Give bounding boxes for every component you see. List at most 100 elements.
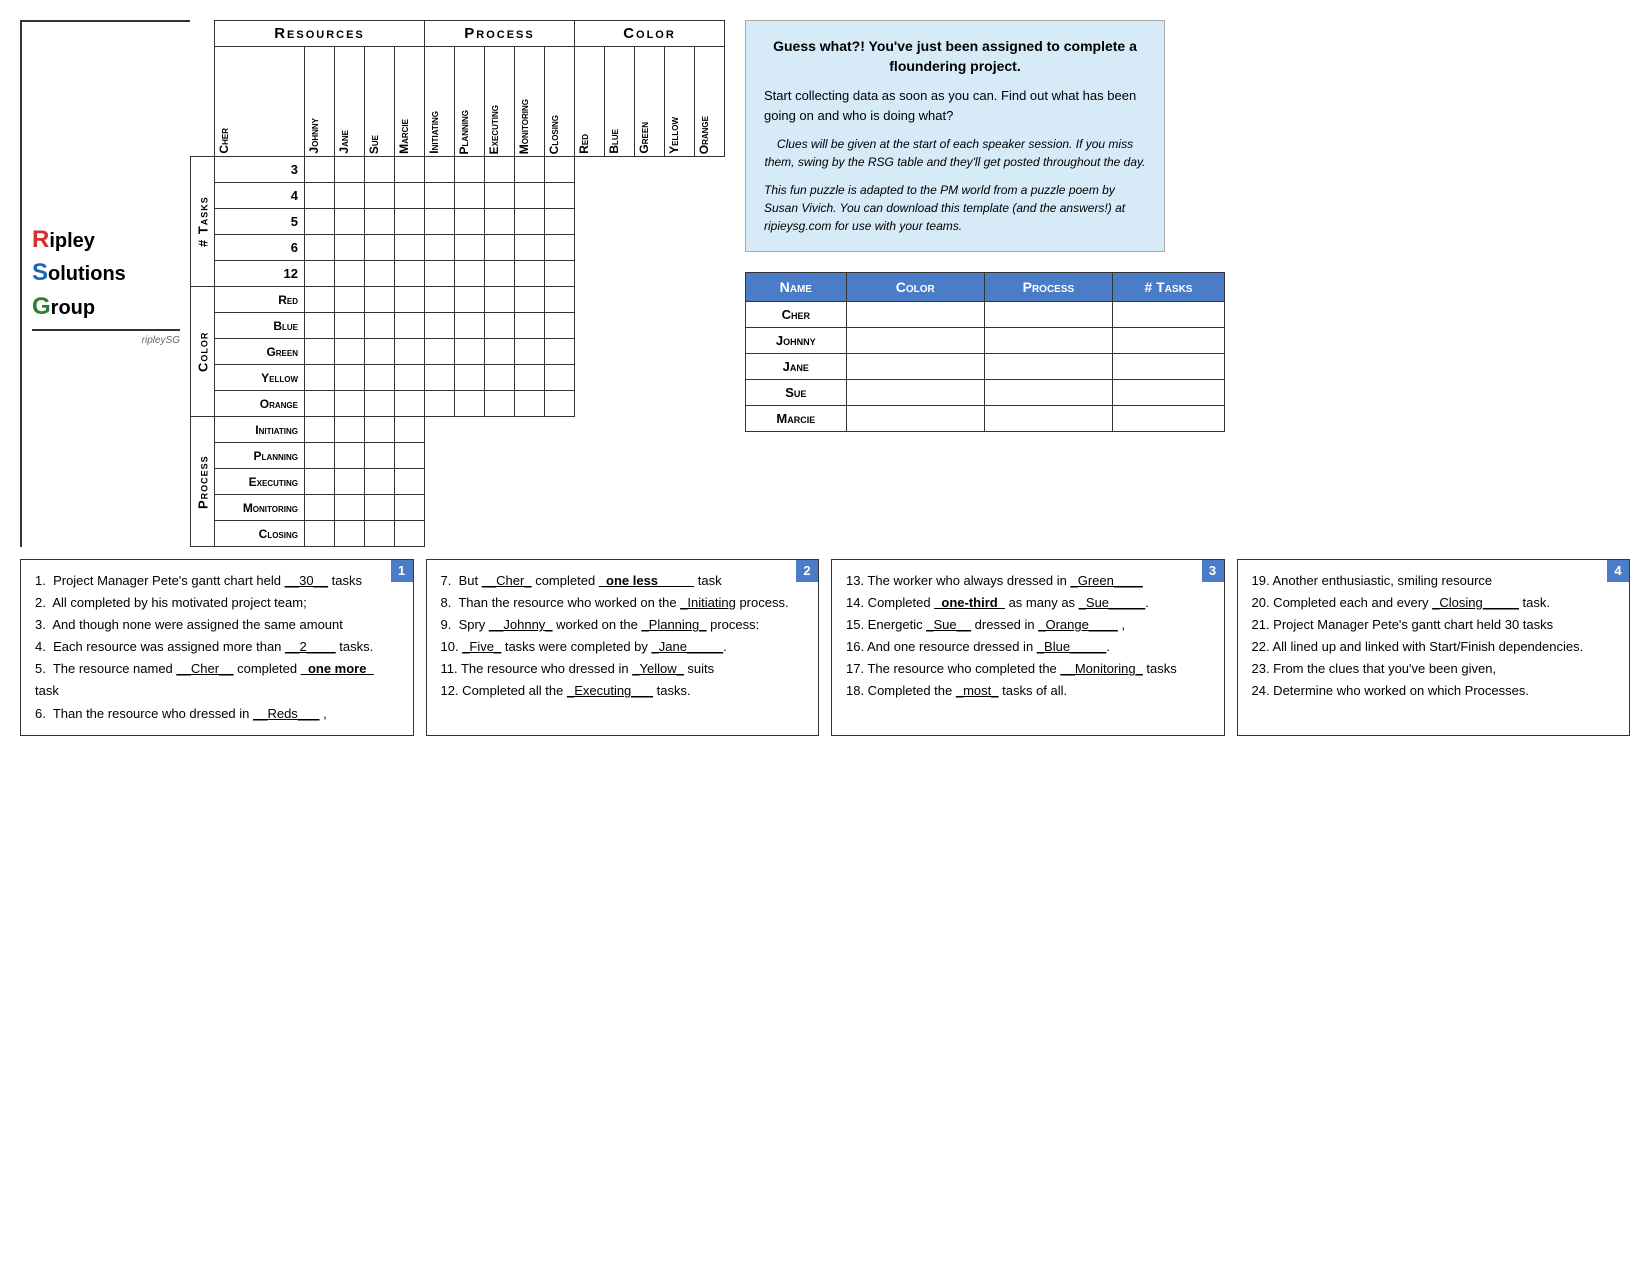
logo-roup: roup <box>51 297 95 319</box>
logo-g: G <box>32 293 51 320</box>
clue-badge-3: 3 <box>1202 560 1224 582</box>
info-italic1: Clues will be given at the start of each… <box>764 135 1146 171</box>
row-tasks-12: 12 <box>215 261 305 287</box>
row-color-blue: Blue <box>215 313 305 339</box>
summary-color-cher[interactable] <box>846 302 984 328</box>
clue-3-1: 13. The worker who always dressed in _Gr… <box>846 570 1210 592</box>
clue-2-2: 8. Than the resource who worked on the _… <box>441 592 805 614</box>
cell-3-closing[interactable] <box>545 157 575 183</box>
cell-3-johnny[interactable] <box>305 157 335 183</box>
col-planning: Planning <box>455 47 485 157</box>
summary-header-color: Color <box>846 273 984 302</box>
summary-process-jane[interactable] <box>984 354 1112 380</box>
clues-section: 1 1. Project Manager Pete's gantt chart … <box>20 559 1630 736</box>
row-tasks-5: 5 <box>215 209 305 235</box>
cell-3-planning[interactable] <box>455 157 485 183</box>
clue-box-1: 1 1. Project Manager Pete's gantt chart … <box>20 559 414 736</box>
clue-1-2: 2. All completed by his motivated projec… <box>35 592 399 614</box>
summary-tasks-sue[interactable] <box>1112 380 1224 406</box>
clue-1-4: 4. Each resource was assigned more than … <box>35 636 399 658</box>
logo-r: R <box>32 226 49 253</box>
summary-name-jane: Jane <box>746 354 847 380</box>
summary-tasks-marcie[interactable] <box>1112 406 1224 432</box>
summary-tasks-jane[interactable] <box>1112 354 1224 380</box>
summary-row-johnny: Johnny <box>746 328 1225 354</box>
cell-3-marcie[interactable] <box>395 157 425 183</box>
row-process-monitoring: Monitoring <box>215 495 305 521</box>
clue-2-1: 7. But __Cher_ completed _one less_____ … <box>441 570 805 592</box>
summary-header-name: Name <box>746 273 847 302</box>
summary-row-jane: Jane <box>746 354 1225 380</box>
summary-tasks-cher[interactable] <box>1112 302 1224 328</box>
clue-3-3: 15. Energetic _Sue__ dressed in _Orange_… <box>846 614 1210 636</box>
row-color-red: Red <box>215 287 305 313</box>
row-process-initiating: Initiating <box>215 417 305 443</box>
cell-3-initiating[interactable] <box>425 157 455 183</box>
cell-3-jane[interactable] <box>335 157 365 183</box>
summary-header-process: Process <box>984 273 1112 302</box>
info-box: Guess what?! You've just been assigned t… <box>745 20 1165 252</box>
cell-3-executing[interactable] <box>485 157 515 183</box>
clue-1-3: 3. And though none were assigned the sam… <box>35 614 399 636</box>
summary-name-cher: Cher <box>746 302 847 328</box>
summary-color-johnny[interactable] <box>846 328 984 354</box>
clue-box-3: 3 13. The worker who always dressed in _… <box>831 559 1225 736</box>
summary-process-johnny[interactable] <box>984 328 1112 354</box>
col-initiating: Initiating <box>425 47 455 157</box>
col-yellow: Yellow <box>665 47 695 157</box>
logo-s: S <box>32 259 48 286</box>
clue-3-4: 16. And one resource dressed in _Blue___… <box>846 636 1210 658</box>
summary-name-marcie: Marcie <box>746 406 847 432</box>
col-sue: Sue <box>365 47 395 157</box>
clue-1-6: 6. Than the resource who dressed in __Re… <box>35 703 399 725</box>
clue-badge-1: 1 <box>391 560 413 582</box>
row-process-executing: Executing <box>215 469 305 495</box>
summary-section: Name Color Process # Tasks Cher <box>745 264 1630 432</box>
row-tasks-4: 4 <box>215 183 305 209</box>
clue-2-6: 12. Completed all the _Executing___ task… <box>441 680 805 702</box>
process-header: Process <box>425 21 575 47</box>
clue-4-5: 23. From the clues that you've been give… <box>1252 658 1616 680</box>
row-tasks-6: 6 <box>215 235 305 261</box>
summary-tasks-johnny[interactable] <box>1112 328 1224 354</box>
clue-4-1: 19. Another enthusiastic, smiling resour… <box>1252 570 1616 592</box>
process-section-label: Process <box>191 417 215 547</box>
summary-table: Name Color Process # Tasks Cher <box>745 272 1225 432</box>
summary-process-cher[interactable] <box>984 302 1112 328</box>
summary-color-marcie[interactable] <box>846 406 984 432</box>
logo-olutions: olutions <box>48 263 126 285</box>
clue-3-6: 18. Completed the _most_ tasks of all. <box>846 680 1210 702</box>
clue-3-5: 17. The resource who completed the __Mon… <box>846 658 1210 680</box>
clue-4-2: 20. Completed each and every _Closing___… <box>1252 592 1616 614</box>
summary-process-sue[interactable] <box>984 380 1112 406</box>
summary-header-tasks: # Tasks <box>1112 273 1224 302</box>
col-marcie: Marcie <box>395 47 425 157</box>
col-red: Red <box>575 47 605 157</box>
row-color-orange: Orange <box>215 391 305 417</box>
row-process-closing: Closing <box>215 521 305 547</box>
cell-3-monitoring[interactable] <box>515 157 545 183</box>
grid-section: Ripley Solutions Group ripleySG <box>20 20 725 547</box>
clue-badge-2: 2 <box>796 560 818 582</box>
clue-4-6: 24. Determine who worked on which Proces… <box>1252 680 1616 702</box>
resources-header: Resources <box>215 21 425 47</box>
logo: Ripley Solutions Group ripleySG <box>20 20 190 547</box>
tasks-section-label: # Tasks <box>191 157 215 287</box>
col-monitoring: Monitoring <box>515 47 545 157</box>
cell-3-sue[interactable] <box>365 157 395 183</box>
col-orange: Orange <box>695 47 725 157</box>
summary-color-jane[interactable] <box>846 354 984 380</box>
col-johnny: Johnny <box>305 47 335 157</box>
color-header: Color <box>575 21 725 47</box>
summary-row-sue: Sue <box>746 380 1225 406</box>
info-italic2: This fun puzzle is adapted to the PM wor… <box>764 181 1146 235</box>
summary-name-sue: Sue <box>746 380 847 406</box>
clue-4-4: 22. All lined up and linked with Start/F… <box>1252 636 1616 658</box>
clue-4-3: 21. Project Manager Pete's gantt chart h… <box>1252 614 1616 636</box>
color-section-label: Color <box>191 287 215 417</box>
summary-color-sue[interactable] <box>846 380 984 406</box>
summary-process-marcie[interactable] <box>984 406 1112 432</box>
summary-row-marcie: Marcie <box>746 406 1225 432</box>
clue-box-2: 2 7. But __Cher_ completed _one less____… <box>426 559 820 736</box>
clue-2-5: 11. The resource who dressed in _Yellow_… <box>441 658 805 680</box>
